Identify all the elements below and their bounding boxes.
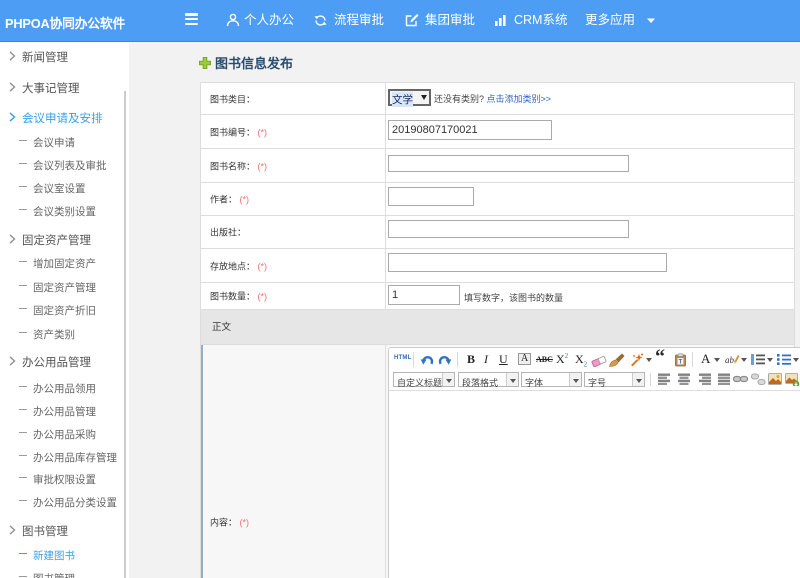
svg-text:ab: ab — [725, 355, 735, 365]
svg-text:T: T — [679, 359, 683, 365]
